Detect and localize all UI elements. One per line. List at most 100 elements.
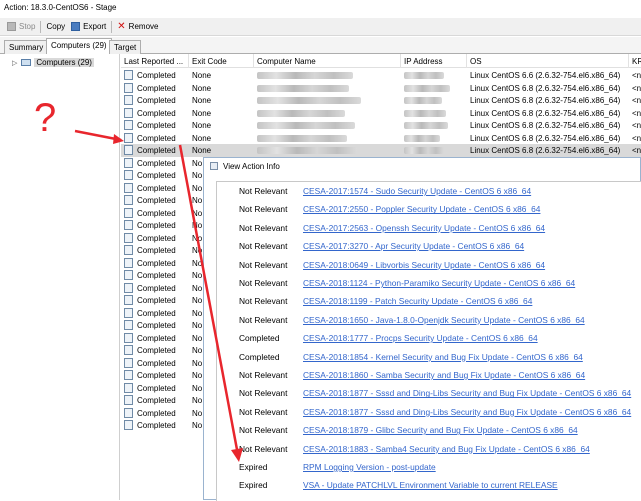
copy-label: Copy	[46, 22, 66, 31]
os-cell: Linux CentOS 6.8 (2.6.32-754.el6.x86_64)	[470, 83, 621, 93]
result-status: Not Relevant	[239, 204, 288, 215]
column-computer-name[interactable]: Computer Name	[254, 54, 401, 68]
column-exit-code[interactable]: Exit Code	[189, 54, 254, 68]
computer-icon	[124, 145, 133, 155]
view-action-info-dialog: View Action Info Not Relevant CESA-2017:1…	[203, 157, 641, 501]
status-cell: Completed	[137, 396, 176, 405]
copy-button[interactable]: Copy	[43, 19, 68, 35]
status-cell: Completed	[137, 296, 176, 305]
table-row[interactable]: Completed None Linux CentOS 6.8 (2.6.32-75…	[121, 119, 641, 132]
status-cell: Completed	[137, 333, 176, 343]
table-row[interactable]: Completed None Linux CentOS 6.8 (2.6.32-75…	[121, 144, 641, 157]
fixlet-link[interactable]: VSA - Update PATCHLVL Environment Variab…	[303, 480, 558, 490]
computer-icon	[124, 195, 133, 205]
list-item: Expired VSA - Update PATCHLVL Environment…	[217, 476, 641, 494]
list-item: Not Relevant CESA-2018:1860 - Samba Secur…	[217, 366, 641, 384]
toolbar-separator	[40, 20, 42, 33]
fixlet-link[interactable]: CESA-2018:1877 - Sssd and Ding-Libs Secu…	[303, 388, 631, 398]
redaction-blur	[257, 109, 345, 117]
computer-icon	[124, 345, 133, 355]
table-row[interactable]: Completed None Linux CentOS 6.8 (2.6.32-75…	[121, 107, 641, 120]
fixlet-link[interactable]: CESA-2018:1860 - Samba Security and Bug …	[303, 370, 585, 380]
computer-icon	[124, 132, 133, 143]
chevron-right-icon[interactable]: ▷	[12, 59, 17, 67]
redacted-computer-name	[257, 83, 397, 94]
column-last-reported[interactable]: Last Reported ...	[121, 54, 189, 68]
computer-icon	[124, 382, 133, 393]
redaction-blur	[257, 84, 349, 92]
list-item: Not Relevant CESA-2017:3270 - Apr Securit…	[217, 237, 641, 255]
fixlet-link[interactable]: CESA-2017:3270 - Apr Security Update - C…	[303, 241, 524, 251]
redaction-blur	[404, 122, 448, 129]
computer-icon	[124, 420, 133, 430]
computer-icon	[124, 357, 133, 368]
export-button[interactable]: Export	[68, 19, 109, 35]
redacted-computer-name	[257, 133, 397, 144]
list-item: Completed CESA-2018:1777 - Procps Securit…	[217, 329, 641, 347]
fixlet-link[interactable]: CESA-2018:1124 - Python-Paramiko Securit…	[303, 278, 575, 288]
dialog-title: View Action Info	[223, 161, 280, 171]
fixlet-link[interactable]: CESA-2018:1650 - Java-1.8.0-Openjdk Secu…	[303, 315, 585, 325]
result-status: Not Relevant	[239, 259, 288, 270]
fixlet-link[interactable]: CESA-2018:1777 - Procps Security Update …	[303, 333, 538, 343]
fixlet-link[interactable]: CESA-2017:2563 - Openssh Security Update…	[303, 223, 545, 233]
status-cell: Completed	[137, 271, 176, 280]
column-ip-address[interactable]: IP Address	[401, 54, 467, 68]
column-kr[interactable]: KR	[629, 54, 641, 68]
stop-icon	[7, 22, 16, 31]
result-status: Not Relevant	[239, 222, 288, 233]
result-status: Not Relevant	[239, 278, 288, 288]
kr-cell: <n	[632, 108, 641, 118]
window-icon	[210, 162, 218, 170]
list-item: Expired RPM Logging Version - post-update	[217, 458, 641, 476]
fixlet-link[interactable]: CESA-2017:2550 - Poppler Security Update…	[303, 204, 540, 214]
redacted-computer-name	[257, 108, 397, 119]
table-row[interactable]: Completed None Linux CentOS 6.6 (2.6.32-75…	[121, 69, 641, 82]
redacted-computer-name	[257, 120, 397, 131]
computer-icon	[124, 320, 133, 330]
table-row[interactable]: Completed None Linux CentOS 6.8 (2.6.32-75…	[121, 132, 641, 145]
column-os[interactable]: OS	[467, 54, 629, 68]
table-row[interactable]: Completed None Linux CentOS 6.8 (2.6.32-75…	[121, 82, 641, 95]
redacted-ip-address	[404, 70, 464, 81]
redaction-blur	[257, 72, 353, 79]
fixlet-link[interactable]: CESA-2018:0649 - Libvorbis Security Upda…	[303, 260, 545, 270]
status-cell: Completed	[137, 208, 176, 218]
result-status: Not Relevant	[239, 406, 288, 417]
remove-button[interactable]: ✕ Remove	[114, 19, 161, 35]
status-cell: Completed	[137, 146, 176, 155]
table-header: Last Reported ... Exit Code Computer Nam…	[121, 54, 641, 68]
tab-target[interactable]: Target	[109, 40, 142, 54]
fixlet-link[interactable]: CESA-2018:1883 - Samba4 Security and Bug…	[303, 444, 590, 454]
status-cell: Completed	[137, 246, 176, 255]
redacted-ip-address	[404, 108, 464, 119]
redacted-computer-name	[257, 95, 397, 106]
redaction-blur	[257, 122, 355, 129]
fixlet-link[interactable]: CESA-2018:1879 - Glibc Security and Bug …	[303, 425, 578, 435]
status-cell: Completed	[137, 346, 176, 355]
computer-icon	[124, 220, 133, 230]
computer-group-icon	[21, 59, 32, 66]
computer-icon	[124, 407, 133, 418]
result-status: Not Relevant	[239, 314, 288, 325]
redaction-blur	[404, 134, 440, 142]
fixlet-link[interactable]: CESA-2018:1199 - Patch Security Update -…	[303, 296, 532, 306]
redacted-ip-address	[404, 145, 464, 156]
fixlet-link[interactable]: CESA-2018:1877 - Sssd and Ding-Libs Secu…	[303, 407, 631, 417]
kr-cell: <n	[632, 121, 641, 130]
tree-item-computers[interactable]: ▷ Computers (29)	[12, 57, 94, 68]
stop-button[interactable]: Stop	[4, 19, 38, 35]
result-status: Not Relevant	[239, 296, 288, 307]
redacted-ip-address	[404, 120, 464, 131]
list-item: Not Relevant CESA-2018:1883 - Samba4 Secu…	[217, 440, 641, 458]
fixlet-link[interactable]: RPM Logging Version - post-update	[303, 462, 436, 472]
tab-computers[interactable]: Computers (29)	[46, 38, 112, 54]
computer-icon	[124, 332, 133, 343]
list-item: Completed CESA-2018:1854 - Kernel Securit…	[217, 348, 641, 366]
fixlet-link[interactable]: CESA-2018:1854 - Kernel Security and Bug…	[303, 352, 583, 362]
table-row[interactable]: Completed None Linux CentOS 6.8 (2.6.32-75…	[121, 94, 641, 107]
os-cell: Linux CentOS 6.8 (2.6.32-754.el6.x86_64)	[470, 96, 621, 105]
redacted-ip-address	[404, 95, 464, 106]
fixlet-link[interactable]: CESA-2017:1574 - Sudo Security Update - …	[303, 186, 531, 196]
tab-summary[interactable]: Summary	[4, 40, 49, 54]
